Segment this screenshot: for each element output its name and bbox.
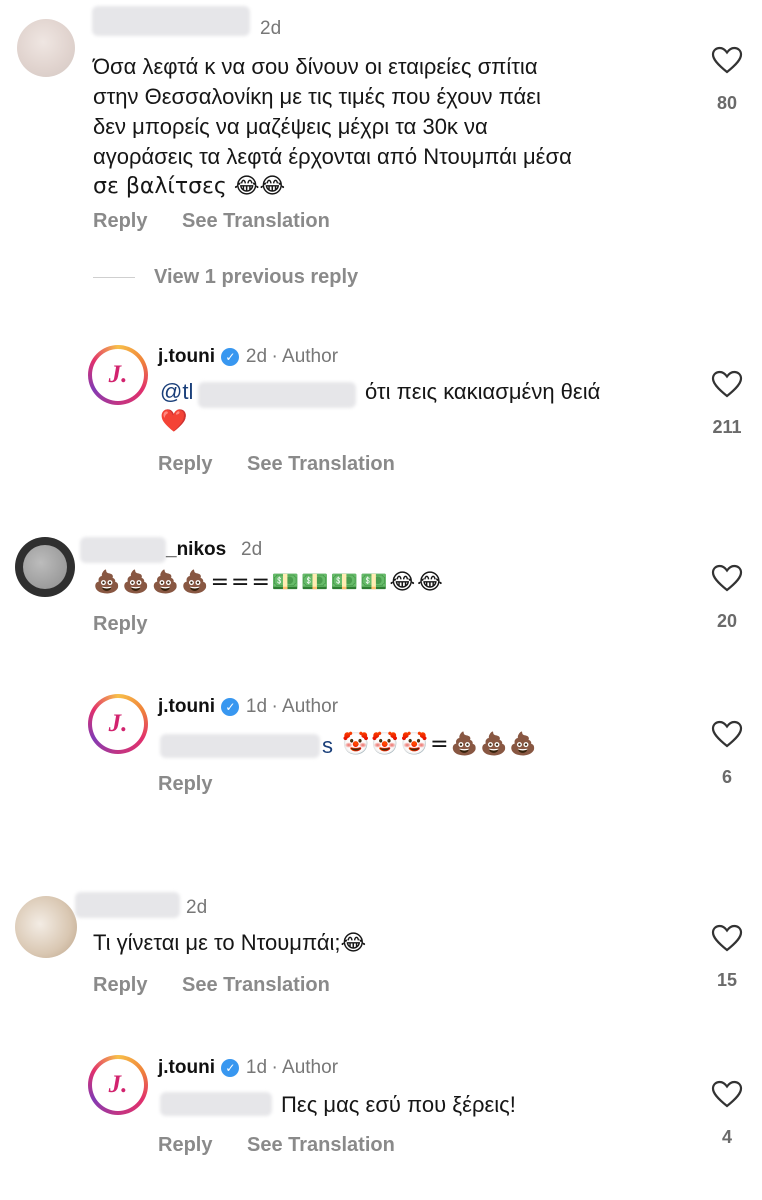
author-label: · Author xyxy=(271,1057,339,1078)
author-avatar[interactable]: J. xyxy=(88,694,148,754)
comment-text: Τι γίνεται με το Ντουμπάι;😂 xyxy=(93,930,367,955)
comment-text: Όσα λεφτά κ να σου δίνουν οι εταιρείες σ… xyxy=(93,52,693,202)
reply-button[interactable]: Reply xyxy=(93,210,147,233)
username[interactable]: j.touni xyxy=(158,696,215,717)
like-count: 80 xyxy=(716,93,738,113)
like-count: 6 xyxy=(721,767,732,787)
heart-icon[interactable] xyxy=(711,564,743,592)
like-count: 4 xyxy=(721,1127,732,1147)
mention-link[interactable]: @tl xyxy=(160,377,193,407)
comment-time: 2d xyxy=(241,539,263,560)
redacted-mention xyxy=(160,1092,272,1116)
commenter-avatar[interactable] xyxy=(15,537,75,597)
author-label: · Author xyxy=(271,346,339,367)
username[interactable]: j.touni xyxy=(158,346,215,367)
comment-text: ότι πεις κακιασμένη θειά xyxy=(365,379,601,404)
thread-divider xyxy=(93,277,135,278)
reply-button[interactable]: Reply xyxy=(158,453,212,476)
brand-logo: J. xyxy=(108,1071,128,1098)
reply-button[interactable]: Reply xyxy=(158,773,212,796)
verified-badge-icon: ✓ xyxy=(221,698,240,716)
comment-time: 2d xyxy=(245,346,268,367)
comment-line: δεν μπορείς να μαζέψεις μέχρι τα 30κ να xyxy=(93,114,488,139)
brand-logo: J. xyxy=(108,361,128,388)
redacted-username xyxy=(75,892,180,918)
view-previous-replies-button[interactable]: View 1 previous reply xyxy=(154,266,358,289)
brand-logo: J. xyxy=(108,710,128,737)
username[interactable]: j.touni xyxy=(158,1057,215,1078)
heart-icon[interactable] xyxy=(711,924,743,952)
heart-icon[interactable] xyxy=(711,1080,743,1108)
comment-text: 💩💩💩💩===💵💵💵💵😂😂 xyxy=(93,570,445,595)
author-avatar[interactable]: J. xyxy=(88,345,148,405)
author-label: · Author xyxy=(271,696,339,717)
see-translation-button[interactable]: See Translation xyxy=(182,974,330,997)
comment-time: 2d xyxy=(186,897,208,918)
verified-badge-icon: ✓ xyxy=(221,1059,240,1077)
redacted-mention xyxy=(160,734,320,758)
heart-icon[interactable] xyxy=(711,720,743,748)
like-count: 15 xyxy=(716,970,738,990)
see-translation-button[interactable]: See Translation xyxy=(247,1134,395,1157)
like-count: 211 xyxy=(712,417,742,437)
verified-badge-icon: ✓ xyxy=(221,348,240,366)
heart-emoji: ❤️ xyxy=(160,409,188,434)
redacted-mention xyxy=(198,382,356,408)
author-avatar[interactable]: J. xyxy=(88,1055,148,1115)
reply-button[interactable]: Reply xyxy=(93,974,147,997)
commenter-avatar[interactable] xyxy=(15,896,77,958)
comment-line: στην Θεσσαλονίκη με τις τιμές που έχουν … xyxy=(93,84,541,109)
see-translation-button[interactable]: See Translation xyxy=(182,210,330,233)
comment-time: 2d xyxy=(260,18,282,39)
like-count: 20 xyxy=(716,611,738,631)
mention-suffix[interactable]: s xyxy=(322,731,333,761)
heart-icon[interactable] xyxy=(711,370,743,398)
comment-line: σε βαλίτσες 😂😂 xyxy=(93,174,286,199)
see-translation-button[interactable]: See Translation xyxy=(247,453,395,476)
comment-time: 1d xyxy=(245,696,268,717)
comment-time: 1d xyxy=(245,1057,268,1078)
redacted-username xyxy=(92,6,250,36)
comment-header: j.touni ✓ 2d · Author xyxy=(158,346,338,368)
redacted-username xyxy=(80,537,166,563)
comment-line: αγοράσεις τα λεφτά έρχονται από Ντουμπάι… xyxy=(93,144,572,169)
reply-button[interactable]: Reply xyxy=(93,613,147,636)
commenter-avatar[interactable] xyxy=(17,19,75,77)
username-suffix[interactable]: _nikos xyxy=(166,539,226,561)
comment-header: j.touni ✓ 1d · Author xyxy=(158,1057,338,1079)
comment-text: 🤡🤡🤡=💩💩💩 xyxy=(342,732,539,757)
comment-header: j.touni ✓ 1d · Author xyxy=(158,696,338,718)
heart-icon[interactable] xyxy=(711,46,743,74)
comment-text: Πες μας εσύ που ξέρεις! xyxy=(281,1092,516,1117)
reply-button[interactable]: Reply xyxy=(158,1134,212,1157)
comment-line: Όσα λεφτά κ να σου δίνουν οι εταιρείες σ… xyxy=(93,54,538,79)
